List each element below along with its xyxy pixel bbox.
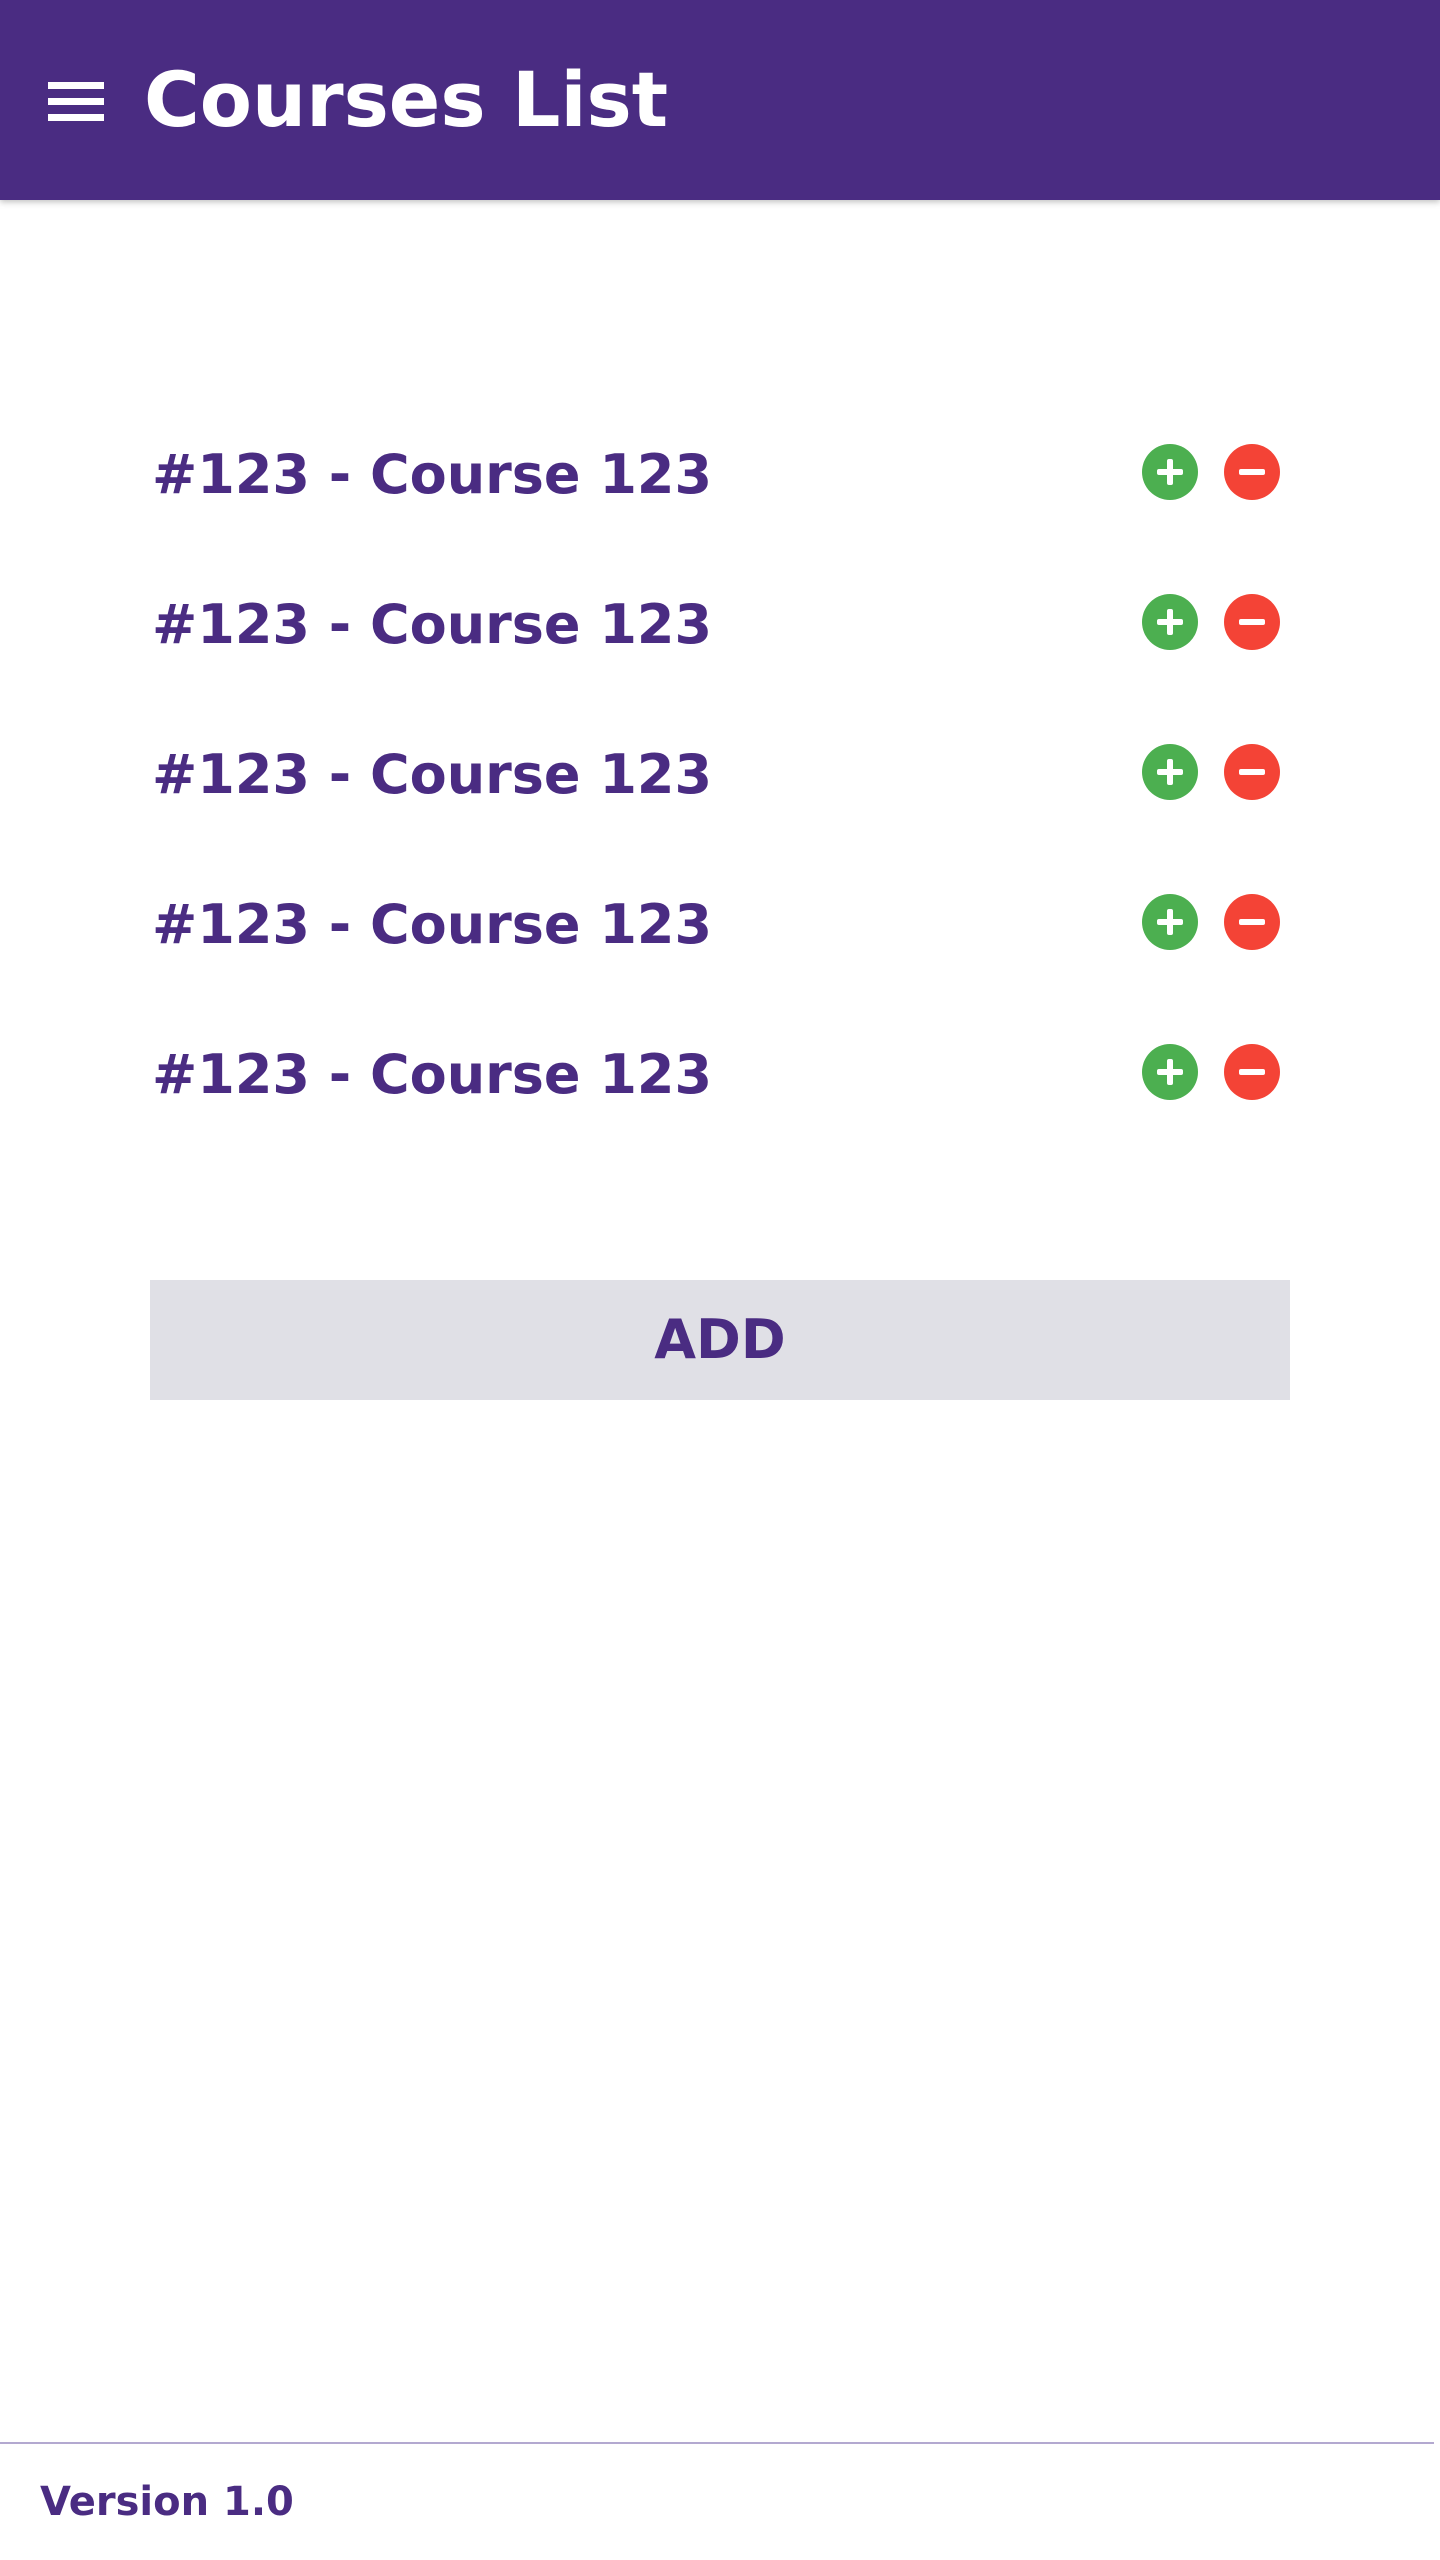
footer-divider [0, 2442, 1434, 2444]
course-label: #123 - Course 123 [152, 1043, 713, 1106]
minus-circle-icon[interactable] [1224, 894, 1280, 950]
app-bar: Courses List [0, 0, 1440, 200]
version-label: Version 1.0 [40, 2479, 294, 2525]
plus-circle-icon[interactable] [1142, 894, 1198, 950]
course-label: #123 - Course 123 [152, 593, 713, 656]
minus-circle-icon[interactable] [1224, 744, 1280, 800]
minus-circle-icon[interactable] [1224, 594, 1280, 650]
minus-circle-icon[interactable] [1224, 444, 1280, 500]
list-item: #123 - Course 123 [150, 1000, 1290, 1150]
minus-circle-icon[interactable] [1224, 1044, 1280, 1100]
list-item: #123 - Course 123 [150, 400, 1290, 550]
plus-circle-icon[interactable] [1142, 444, 1198, 500]
course-label: #123 - Course 123 [152, 893, 713, 956]
plus-circle-icon[interactable] [1142, 594, 1198, 650]
list-item: #123 - Course 123 [150, 550, 1290, 700]
course-label: #123 - Course 123 [152, 743, 713, 806]
hamburger-menu-icon[interactable] [48, 82, 104, 122]
plus-circle-icon[interactable] [1142, 1044, 1198, 1100]
list-item: #123 - Course 123 [150, 700, 1290, 850]
course-list: #123 - Course 123 #123 - Course 123 #123… [150, 400, 1290, 1150]
page-title: Courses List [144, 55, 669, 144]
list-item: #123 - Course 123 [150, 850, 1290, 1000]
course-label: #123 - Course 123 [152, 443, 713, 506]
plus-circle-icon[interactable] [1142, 744, 1198, 800]
add-course-button[interactable]: ADD [150, 1280, 1290, 1400]
